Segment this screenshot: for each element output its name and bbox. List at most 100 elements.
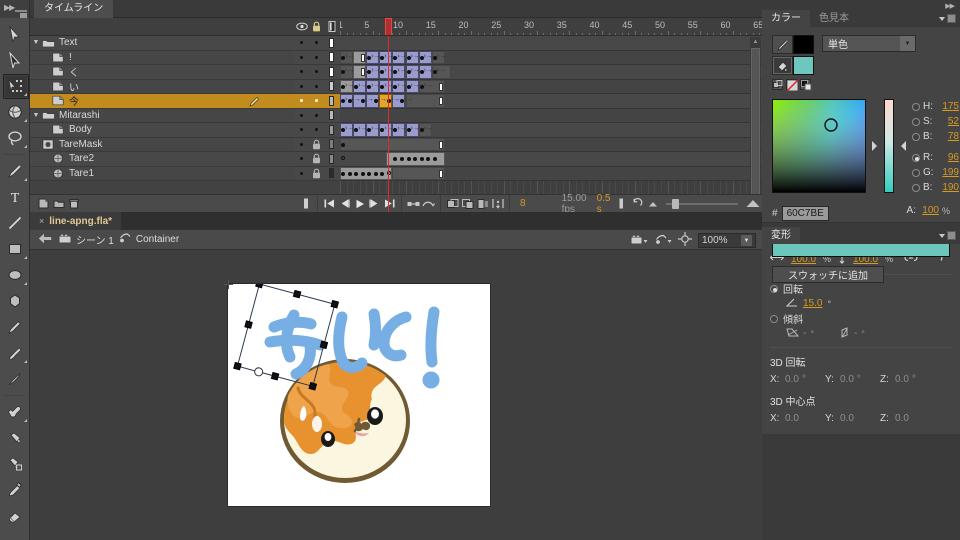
onion-skin-icon[interactable] (406, 196, 421, 212)
lock-toggle[interactable] (309, 168, 324, 179)
fps-readout[interactable]: 15.00 fps (536, 193, 595, 215)
swap-colors-icon[interactable] (772, 79, 783, 90)
add-to-swatches-button[interactable]: スウォッチに追加 (772, 266, 884, 283)
scrollbar-thumb[interactable] (751, 48, 760, 200)
layer-twirl-icon[interactable]: ▼ (30, 39, 42, 46)
line-tool[interactable] (0, 210, 30, 236)
skew-vertical-value[interactable]: - (854, 328, 857, 339)
layer-row-taremask[interactable]: TareMask (30, 137, 294, 152)
panel-menu-triangle-icon[interactable] (939, 233, 945, 238)
tab-transform[interactable]: 変形 (762, 227, 800, 244)
playhead-marker[interactable] (384, 18, 392, 35)
play-icon[interactable] (352, 196, 367, 212)
brightness-bar[interactable] (884, 99, 894, 193)
tools-panel-menu-icon[interactable] (15, 9, 27, 18)
outline-toggle[interactable] (324, 52, 339, 63)
lock-toggle[interactable] (309, 55, 324, 59)
paint-bucket-tool[interactable] (0, 425, 30, 451)
rot3d-x[interactable]: X: 0.0 ° (770, 374, 825, 385)
eyedropper-tool[interactable] (0, 477, 30, 503)
tool-options-icon[interactable] (24, 93, 27, 96)
new-layer-icon[interactable] (36, 196, 51, 212)
lock-toggle[interactable] (309, 99, 324, 103)
color-field-radio[interactable] (912, 183, 920, 192)
tool-options-icon[interactable] (24, 282, 27, 285)
edit-scene-icon[interactable] (630, 233, 648, 249)
go-to-first-frame-icon[interactable] (322, 196, 337, 212)
snap-icon[interactable] (678, 232, 692, 249)
tab-swatches[interactable]: 色見本 (810, 10, 858, 27)
rotate-radio[interactable] (770, 284, 778, 293)
outline-toggle[interactable] (324, 168, 339, 179)
expand-panels-icon[interactable]: ▶▶ (4, 3, 15, 12)
edit-multiple-frames-icon[interactable] (445, 196, 460, 212)
layer-twirl-icon[interactable]: ▼ (30, 112, 42, 119)
outline-toggle[interactable] (324, 66, 339, 77)
lock-toggle[interactable] (309, 70, 324, 74)
frame-span[interactable] (392, 166, 445, 180)
visibility-toggle[interactable] (294, 41, 309, 45)
fill-color-swatch[interactable] (793, 56, 814, 75)
layer-row-body[interactable]: Body (30, 123, 294, 138)
stroke-color-icon[interactable] (772, 35, 793, 54)
keyframe-marker[interactable] (341, 171, 345, 176)
color-field-value[interactable]: 96 (939, 152, 959, 163)
skew-horizontal-value[interactable]: - (803, 328, 806, 339)
chevron-down-icon[interactable]: ▼ (900, 36, 915, 51)
timeline-vertical-scrollbar[interactable]: ▲ ▼ (750, 37, 761, 211)
lock-toggle[interactable] (309, 41, 324, 45)
color-field-b-5[interactable]: B: 190 (912, 180, 960, 195)
lock-toggle[interactable] (309, 128, 324, 132)
color-field-value[interactable]: 175 (939, 101, 959, 112)
zoom-level-input[interactable]: 100% ▼ (698, 233, 756, 248)
outline-toggle[interactable] (324, 37, 339, 48)
go-to-last-frame-icon[interactable] (382, 196, 397, 212)
alpha-value[interactable]: 100 (919, 205, 939, 216)
color-field-value[interactable]: 199 (939, 167, 959, 178)
close-icon[interactable]: × (39, 216, 44, 226)
rotate-value[interactable]: 15.0 (803, 298, 822, 309)
keyframe-marker[interactable] (406, 157, 411, 161)
lock-toggle[interactable] (309, 113, 324, 117)
visibility-toggle[interactable] (294, 157, 309, 161)
lock-toggle-dot[interactable] (315, 99, 318, 103)
default-colors-icon[interactable] (800, 79, 812, 91)
visibility-toggle[interactable] (294, 70, 309, 74)
scroll-up-icon[interactable]: ▲ (751, 37, 760, 46)
rectangle-tool[interactable] (0, 236, 30, 262)
color-field-b-2[interactable]: B:78% (912, 129, 960, 144)
tool-options-icon[interactable] (24, 178, 27, 181)
tool-options-icon[interactable] (24, 419, 27, 422)
skew-radio[interactable] (770, 314, 778, 323)
visibility-toggle[interactable] (294, 113, 309, 117)
tool-options-icon[interactable] (24, 360, 27, 363)
polystar-tool[interactable] (0, 288, 30, 314)
color-field-value[interactable]: 52 (939, 116, 959, 127)
keyframe-marker[interactable] (360, 171, 365, 176)
tab-color[interactable]: カラー (762, 10, 810, 27)
empty-keyframe-marker[interactable] (341, 156, 345, 160)
copy-frames-icon[interactable] (460, 196, 475, 212)
frame-zoom-slider[interactable] (665, 198, 738, 209)
stage[interactable] (224, 280, 490, 506)
color-field-value[interactable]: 190 (939, 182, 959, 193)
lock-icon[interactable] (312, 153, 321, 164)
visibility-toggle[interactable] (294, 55, 309, 59)
stage-scroll-area[interactable] (30, 250, 762, 540)
width-tool[interactable] (0, 529, 30, 540)
hex-input[interactable]: 60C7BE (781, 206, 829, 221)
color-field-radio[interactable] (912, 102, 920, 111)
pen-tool[interactable] (0, 158, 30, 184)
outline-toggle[interactable] (324, 153, 339, 164)
color-field-s-1[interactable]: S:52% (912, 114, 960, 129)
visibility-toggle[interactable] (294, 142, 309, 146)
playhead-line[interactable] (387, 36, 389, 212)
breadcrumb-symbol-label[interactable]: Container (136, 234, 179, 245)
onion-outlines-icon[interactable] (421, 196, 436, 212)
new-folder-icon[interactable] (51, 196, 66, 212)
pencil-tool[interactable] (0, 314, 30, 340)
color-field-h-0[interactable]: H:175° (912, 99, 960, 114)
keyframe-marker[interactable] (354, 171, 359, 176)
tool-options-icon[interactable] (24, 145, 27, 148)
loop-playback-icon[interactable] (615, 195, 628, 213)
